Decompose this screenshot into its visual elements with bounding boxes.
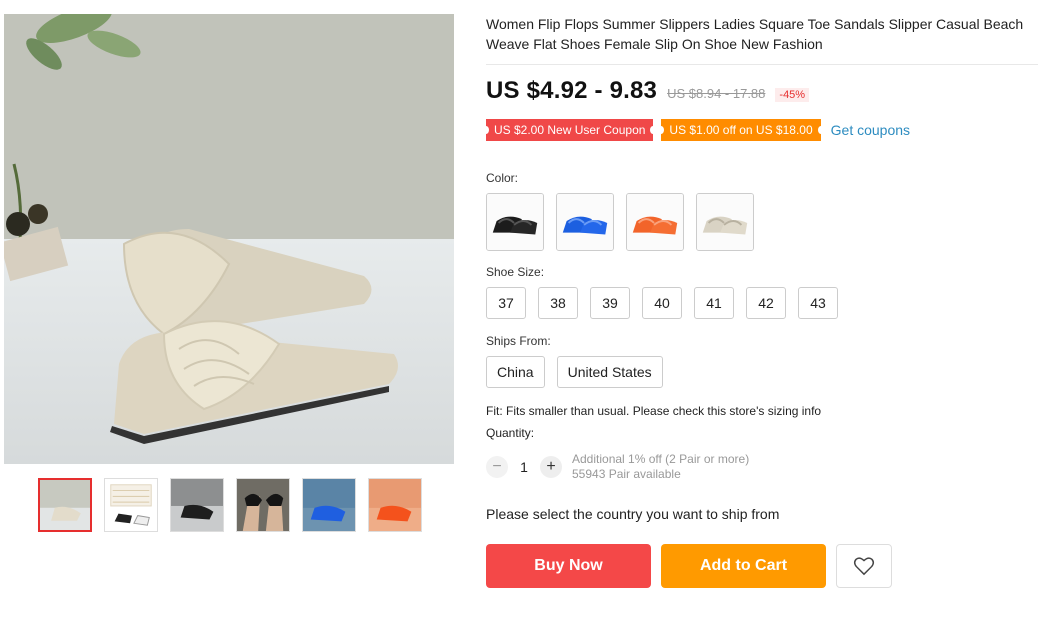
color-option-beige[interactable]: [696, 193, 754, 251]
shoe-size-label: Shoe Size:: [486, 265, 545, 279]
increase-quantity-button[interactable]: +: [540, 456, 562, 478]
thumbnail-black[interactable]: [170, 478, 224, 532]
buy-now-button[interactable]: Buy Now: [486, 544, 651, 588]
add-to-cart-button[interactable]: Add to Cart: [661, 544, 826, 588]
ships-from-options: China United States: [486, 356, 1038, 388]
decrease-quantity-button[interactable]: −: [486, 456, 508, 478]
get-coupons-link[interactable]: Get coupons: [831, 122, 910, 138]
quantity-info: Additional 1% off (2 Pair or more) 55943…: [572, 452, 749, 482]
color-option-black[interactable]: [486, 193, 544, 251]
quantity-label: Quantity:: [486, 426, 535, 440]
thumbnail-strip: [38, 478, 422, 532]
wishlist-button[interactable]: [836, 544, 892, 588]
size-option-39[interactable]: 39: [590, 287, 630, 319]
new-user-coupon[interactable]: US $2.00 New User Coupon: [482, 119, 657, 141]
size-option-40[interactable]: 40: [642, 287, 682, 319]
purchase-actions: Buy Now Add to Cart: [486, 544, 1038, 588]
quantity-value[interactable]: 1: [508, 459, 540, 475]
original-price: US $8.94 - 17.88: [667, 86, 766, 101]
quantity-stepper: − 1 + Additional 1% off (2 Pair or more)…: [486, 452, 1038, 482]
bulk-discount-note: Additional 1% off (2 Pair or more): [572, 452, 750, 466]
thumbnail-size-chart[interactable]: [104, 478, 158, 532]
size-option-42[interactable]: 42: [746, 287, 786, 319]
stock-available: 55943 Pair available: [572, 467, 681, 481]
main-product-image: [4, 14, 454, 464]
product-info-panel: Women Flip Flops Summer Slippers Ladies …: [482, 14, 1038, 588]
size-option-38[interactable]: 38: [538, 287, 578, 319]
thumbnail-black-worn[interactable]: [236, 478, 290, 532]
thumbnail-orange[interactable]: [368, 478, 422, 532]
color-swatches: [486, 193, 1038, 251]
thumbnail-blue[interactable]: [302, 478, 356, 532]
current-price: US $4.92 - 9.83: [486, 77, 658, 104]
ships-from-china[interactable]: China: [486, 356, 545, 388]
color-option-orange[interactable]: [626, 193, 684, 251]
thumbnail-beige[interactable]: [38, 478, 92, 532]
size-option-43[interactable]: 43: [798, 287, 838, 319]
discount-badge: -45%: [775, 88, 810, 102]
size-options: 37 38 39 40 41 42 43: [486, 287, 1038, 319]
product-title: Women Flip Flops Summer Slippers Ladies …: [486, 16, 1024, 52]
ships-from-united-states[interactable]: United States: [556, 356, 663, 388]
heart-icon: [853, 557, 875, 576]
ships-from-label: Ships From:: [486, 334, 551, 348]
size-option-41[interactable]: 41: [694, 287, 734, 319]
ship-country-message: Please select the country you want to sh…: [486, 506, 780, 522]
size-option-37[interactable]: 37: [486, 287, 526, 319]
color-option-blue[interactable]: [556, 193, 614, 251]
color-label: Color:: [486, 171, 519, 185]
store-coupon[interactable]: US $1.00 off on US $18.00: [658, 119, 824, 141]
price-row: US $4.92 - 9.83 US $8.94 - 17.88 -45%: [486, 77, 1038, 105]
coupon-row: US $2.00 New User Coupon US $1.00 off on…: [482, 119, 1038, 141]
title-divider: [486, 64, 1038, 65]
fit-info: Fit: Fits smaller than usual. Please che…: [486, 404, 822, 418]
